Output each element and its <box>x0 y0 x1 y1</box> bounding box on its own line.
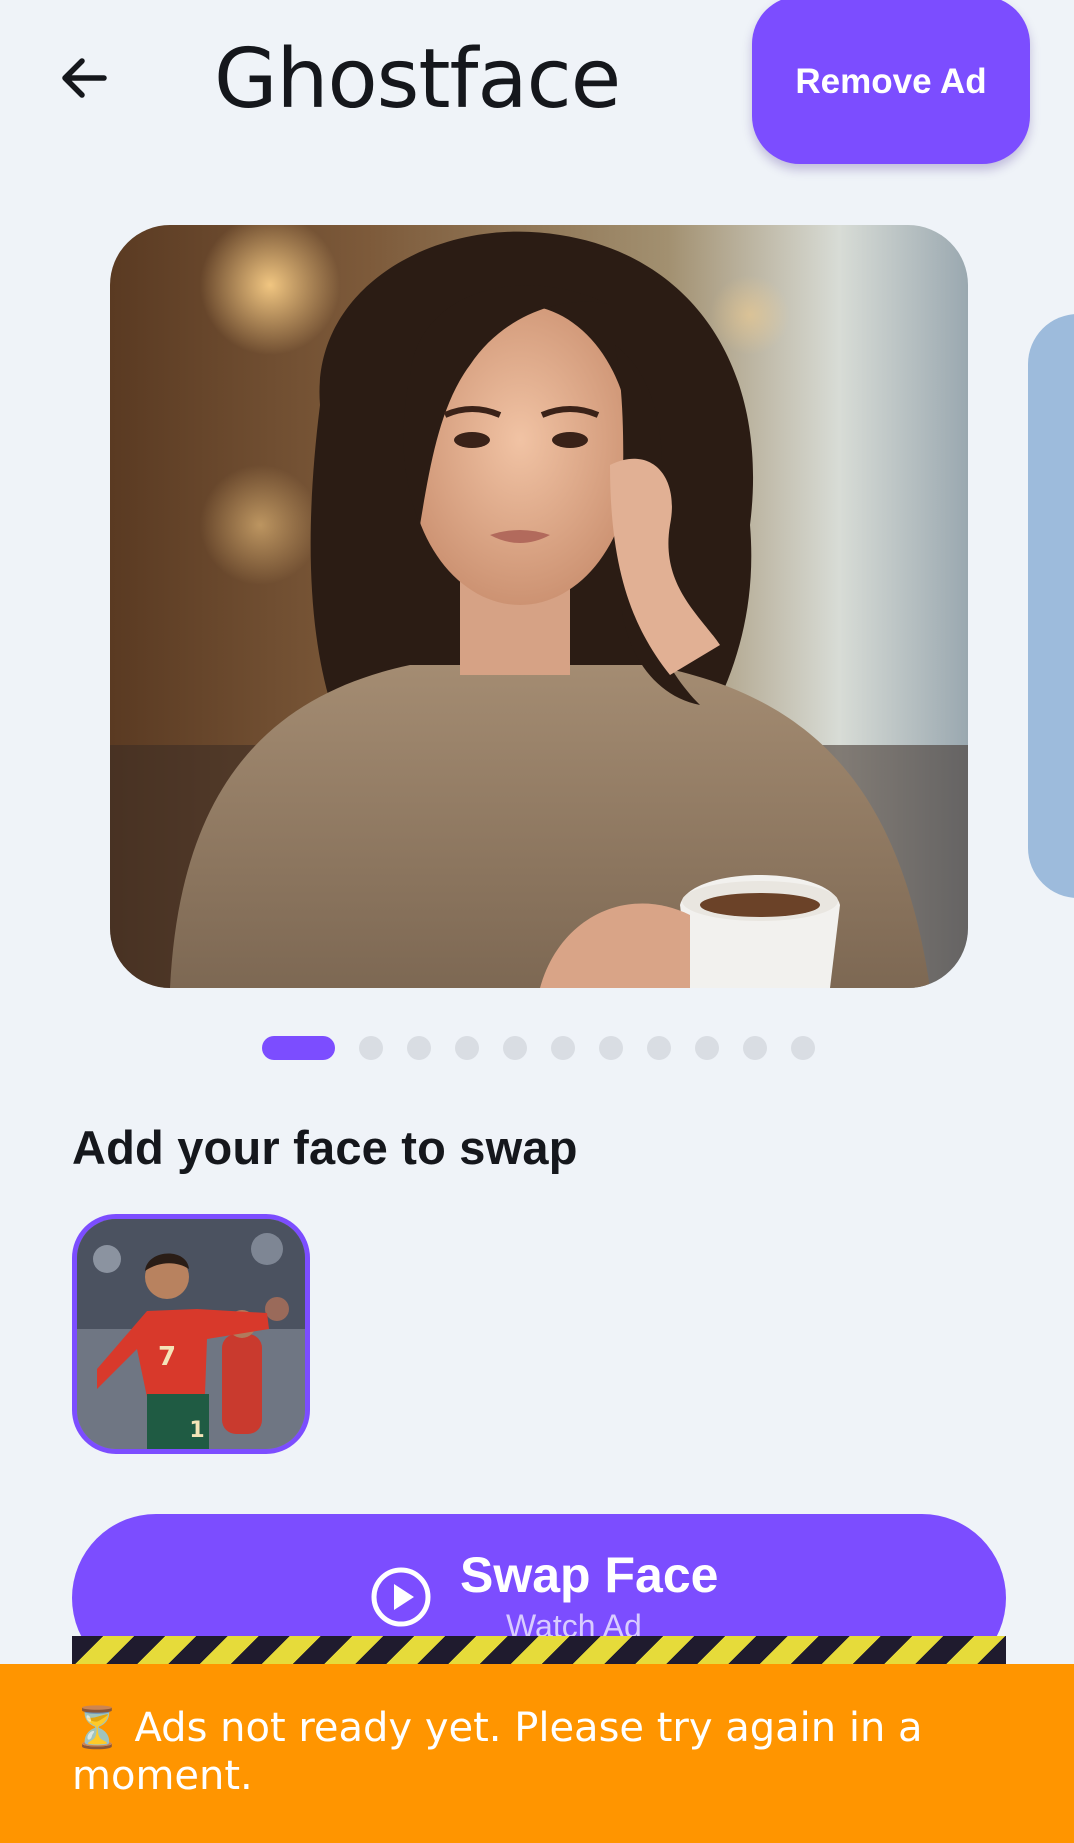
arrow-left-icon <box>62 58 107 98</box>
carousel-dot[interactable] <box>503 1036 527 1060</box>
carousel-dot[interactable] <box>407 1036 431 1060</box>
portrait-photo <box>110 225 968 988</box>
carousel-dot[interactable] <box>695 1036 719 1060</box>
carousel-dot[interactable] <box>262 1036 335 1060</box>
carousel-dot[interactable] <box>647 1036 671 1060</box>
carousel-dot[interactable] <box>359 1036 383 1060</box>
screen: Ghostface Remove Ad Add your face to swa… <box>0 0 1074 1843</box>
back-button[interactable] <box>52 46 116 110</box>
toast-message: ⏳ Ads not ready yet. Please try again in… <box>72 1705 923 1799</box>
remove-ad-button[interactable]: Remove Ad <box>752 0 1030 164</box>
carousel-dot[interactable] <box>599 1036 623 1060</box>
svg-text:7: 7 <box>158 1342 176 1372</box>
swap-face-label: Swap Face <box>460 1547 719 1603</box>
carousel-dot[interactable] <box>551 1036 575 1060</box>
page-title: Ghostface <box>214 32 621 127</box>
face-section-heading: Add your face to swap <box>72 1121 578 1174</box>
ad-loading-stripe <box>72 1636 1006 1666</box>
carousel-dot[interactable] <box>791 1036 815 1060</box>
next-template-card[interactable] <box>1028 314 1074 898</box>
selected-face-thumbnail[interactable]: 7 1 <box>72 1214 310 1454</box>
ads-not-ready-toast: ⏳ Ads not ready yet. Please try again in… <box>0 1664 1074 1843</box>
svg-text:1: 1 <box>189 1418 204 1443</box>
template-image[interactable] <box>110 225 968 988</box>
face-photo: 7 1 <box>77 1219 305 1449</box>
carousel-dot[interactable] <box>743 1036 767 1060</box>
carousel-dot[interactable] <box>455 1036 479 1060</box>
carousel-page-indicator <box>262 1036 815 1060</box>
play-circle-icon <box>371 1567 431 1627</box>
